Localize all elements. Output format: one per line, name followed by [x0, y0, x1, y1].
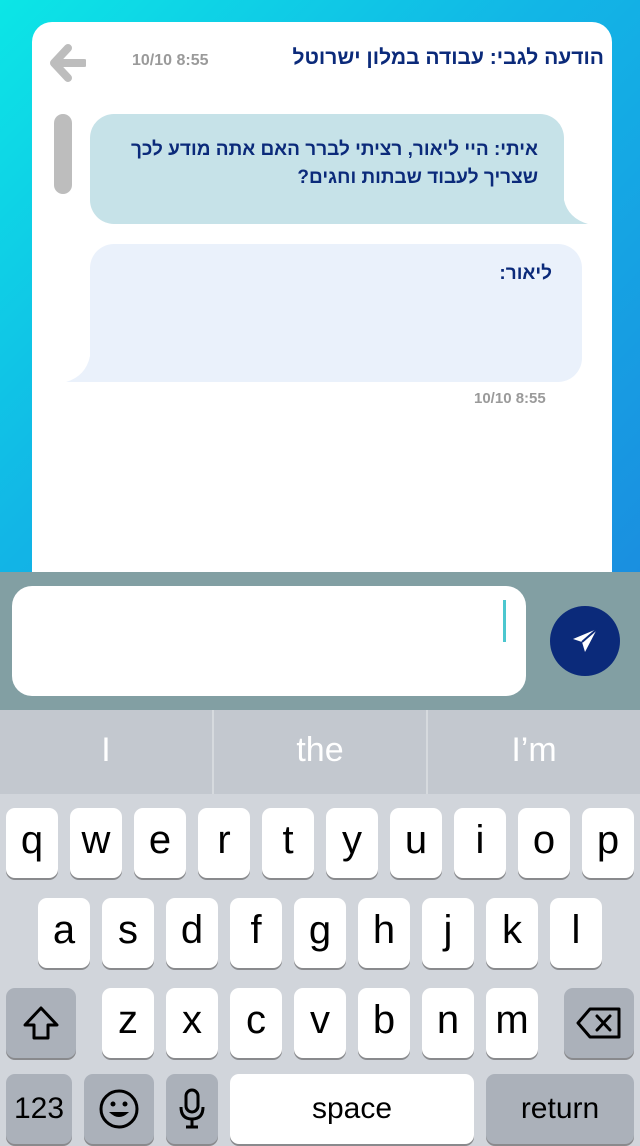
key-t[interactable]: t — [262, 808, 314, 878]
delete-key[interactable] — [564, 988, 634, 1058]
send-button[interactable] — [550, 606, 620, 676]
key-j[interactable]: j — [422, 898, 474, 968]
key-l[interactable]: l — [550, 898, 602, 968]
page-title: הודעה לגבי: עבודה במלון ישרוטל — [292, 46, 604, 69]
backspace-icon — [576, 1007, 621, 1039]
message-input[interactable] — [12, 586, 526, 696]
key-e[interactable]: e — [134, 808, 186, 878]
key-u[interactable]: u — [390, 808, 442, 878]
key-d[interactable]: d — [166, 898, 218, 968]
microphone-icon — [179, 1088, 205, 1129]
key-x[interactable]: x — [166, 988, 218, 1058]
back-arrow-icon[interactable] — [50, 44, 88, 82]
key-f[interactable]: f — [230, 898, 282, 968]
message-timestamp: 10/10 8:55 — [474, 390, 546, 407]
numbers-key[interactable]: 123 — [6, 1074, 72, 1144]
key-w[interactable]: w — [70, 808, 122, 878]
key-c[interactable]: c — [230, 988, 282, 1058]
space-key[interactable]: space — [230, 1074, 474, 1144]
emoji-icon — [99, 1089, 139, 1129]
key-p[interactable]: p — [582, 808, 634, 878]
composer-bar — [0, 572, 640, 710]
key-g[interactable]: g — [294, 898, 346, 968]
message-bubble-reply: ליאור: — [90, 244, 582, 382]
key-k[interactable]: k — [486, 898, 538, 968]
dictation-key[interactable] — [166, 1074, 218, 1144]
key-z[interactable]: z — [102, 988, 154, 1058]
key-o[interactable]: o — [518, 808, 570, 878]
keyboard: I the I’m q w e r t y u i o p a s d f g … — [0, 710, 640, 1146]
text-caret — [503, 600, 506, 642]
key-a[interactable]: a — [38, 898, 90, 968]
key-i[interactable]: i — [454, 808, 506, 878]
scrollbar[interactable] — [54, 114, 72, 194]
key-h[interactable]: h — [358, 898, 410, 968]
key-s[interactable]: s — [102, 898, 154, 968]
key-r[interactable]: r — [198, 808, 250, 878]
message-text: איתי: היי ליאור, רציתי לברר האם אתה מודע… — [130, 139, 538, 188]
key-n[interactable]: n — [422, 988, 474, 1058]
suggestion-bar: I the I’m — [0, 710, 640, 794]
emoji-key[interactable] — [84, 1074, 154, 1144]
paper-plane-icon — [573, 628, 598, 652]
shift-key[interactable] — [6, 988, 76, 1058]
key-v[interactable]: v — [294, 988, 346, 1058]
header-timestamp: 10/10 8:55 — [132, 52, 209, 69]
suggestion-3[interactable]: I’m — [428, 710, 640, 794]
key-y[interactable]: y — [326, 808, 378, 878]
shift-icon — [23, 1006, 59, 1040]
suggestion-2[interactable]: the — [214, 710, 426, 794]
key-b[interactable]: b — [358, 988, 410, 1058]
message-text: ליאור: — [499, 263, 552, 284]
suggestion-1[interactable]: I — [0, 710, 212, 794]
message-bubble-incoming: איתי: היי ליאור, רציתי לברר האם אתה מודע… — [90, 114, 564, 224]
key-q[interactable]: q — [6, 808, 58, 878]
return-key[interactable]: return — [486, 1074, 634, 1144]
key-m[interactable]: m — [486, 988, 538, 1058]
